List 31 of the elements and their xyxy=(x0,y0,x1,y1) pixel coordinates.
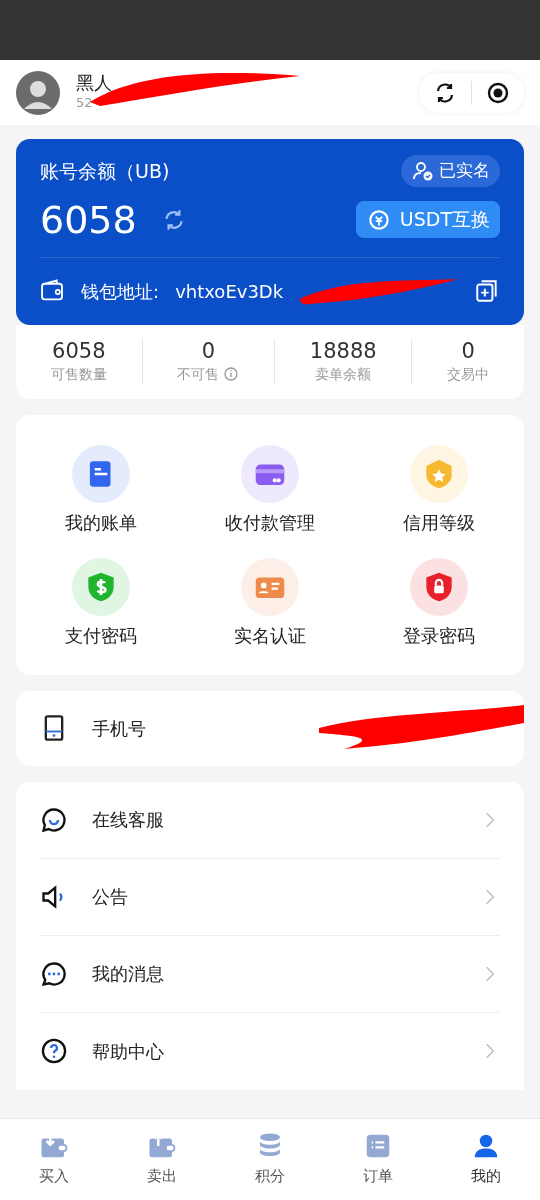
tab[interactable]: 买入 xyxy=(0,1119,108,1200)
stat-value: 0 xyxy=(461,338,475,364)
user-id: 52 xyxy=(76,93,94,112)
menu-item[interactable]: 帮助中心 xyxy=(40,1012,500,1090)
tab[interactable]: 积分 xyxy=(216,1119,324,1200)
shortcut-label[interactable]: 实名认证 xyxy=(234,621,306,649)
balance-title: 账号余额（UB) xyxy=(40,158,170,184)
shortcut-label[interactable]: 信用等级 xyxy=(403,508,476,536)
menu-item[interactable]: 公告 xyxy=(40,858,500,936)
tab[interactable]: 我的 xyxy=(432,1119,540,1200)
stat-value: 18888 xyxy=(309,338,377,364)
shortcut-label[interactable]: 登录密码 xyxy=(403,621,476,649)
phone-label: 手机号 xyxy=(92,716,146,741)
stat-label: 可售数量 xyxy=(50,364,107,384)
shortcut-label[interactable]: 我的账单 xyxy=(64,508,137,536)
user-name: 黑人 xyxy=(76,72,112,93)
menu-item[interactable]: 我的消息 xyxy=(40,935,500,1013)
verified-badge[interactable]: 已实名 xyxy=(401,155,500,187)
shortcut-label[interactable]: 收付款管理 xyxy=(225,508,315,536)
stat-label: 交易中 xyxy=(447,364,490,384)
stat-label: 卖单余额 xyxy=(315,364,372,384)
wallet-label: 钱包地址: xyxy=(81,279,160,304)
stat-label: 不可售 xyxy=(177,364,220,384)
stat-value: 0 xyxy=(201,338,215,364)
menu-item[interactable]: 在线客服 xyxy=(40,781,500,859)
wallet-address: vhtxoEv3Dk xyxy=(175,279,284,304)
stat-value: 6058 xyxy=(52,338,106,364)
tab[interactable]: 订单 xyxy=(324,1119,432,1200)
balance-amount: 6058 xyxy=(40,200,137,239)
shortcut-label[interactable]: 支付密码 xyxy=(64,621,137,649)
tab[interactable]: 卖出 xyxy=(108,1119,216,1200)
